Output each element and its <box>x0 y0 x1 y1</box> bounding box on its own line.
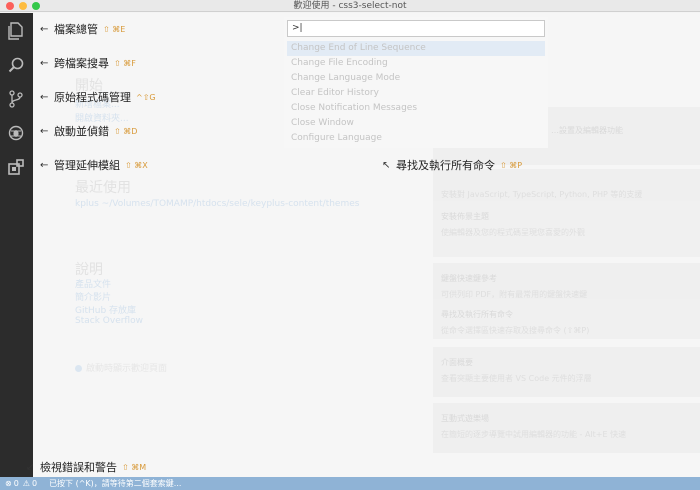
error-icon: ⊗ <box>5 479 12 488</box>
tile-playground[interactable]: 互動式遊樂場 在簡短的逐步導覽中試用編輯器的功能 - Alt+E 快速 <box>433 403 700 453</box>
search-icon[interactable] <box>6 55 26 75</box>
palette-item[interactable]: Close Notification Messages <box>287 101 545 116</box>
help-link-docs[interactable]: 產品文件 <box>75 277 111 290</box>
hint-extensions: ← 管理延伸模組 ⇧ ⌘X <box>40 158 148 172</box>
activity-bar <box>0 13 33 477</box>
tile-title: 鍵盤快速鍵參考 <box>441 274 497 283</box>
tile-title: 安裝佈景主題 <box>441 212 489 221</box>
startup-label: 啟動時顯示歡迎頁面 <box>86 364 168 374</box>
hint-label: 跨檔案搜尋 <box>54 57 109 70</box>
tile-sub: 從命令選擇區快速存取及搜尋命令 (⇧⌘P) <box>441 326 590 335</box>
checkbox-icon <box>75 365 82 372</box>
arrow-left-icon: ← <box>40 57 49 69</box>
help-link-videos[interactable]: 簡介影片 <box>75 290 111 303</box>
palette-item[interactable]: Change End of Line Sequence <box>287 41 545 56</box>
title-bar: 歡迎使用 - css3-select-not <box>0 0 700 12</box>
hint-label: 原始程式碼管理 <box>54 91 131 104</box>
arrow-left-icon: ← <box>40 125 49 137</box>
error-count: 0 <box>13 479 19 488</box>
arrow-down-left-icon: ↙ <box>26 461 35 473</box>
hint-problems: ↙ 檢視錯誤和警告 ⇧ ⌘M <box>26 460 146 474</box>
hint-keys: ⇧ ⌘P <box>500 160 523 170</box>
command-palette: >| Change End of Line Sequence Change Fi… <box>284 17 548 148</box>
startup-checkbox[interactable]: 啟動時顯示歡迎頁面 <box>75 361 167 374</box>
arrow-left-icon: ← <box>40 159 49 171</box>
hint-debug: ← 啟動並偵錯 ⇧ ⌘D <box>40 124 137 138</box>
hint-commands: ↖ 尋找及執行所有命令 ⇧ ⌘P <box>382 158 522 172</box>
files-icon[interactable] <box>6 21 26 41</box>
hint-label: 管理延伸模組 <box>54 159 120 172</box>
hint-keys: ⇧ ⌘D <box>114 126 138 136</box>
warning-count: 0 <box>31 479 38 488</box>
tile-themes[interactable]: 安裝佈景主題 使編輯器及您的程式碼呈現您喜愛的外觀 <box>433 201 700 257</box>
help-heading: 說明 <box>75 262 103 278</box>
palette-item[interactable]: Change Language Mode <box>287 71 545 86</box>
hint-label: 檢視錯誤和警告 <box>40 461 117 474</box>
tile-sub: 在簡短的逐步導覽中試用編輯器的功能 - Alt+E 快速 <box>441 430 627 439</box>
tile-sub: 查看突顯主要使用者 VS Code 元件的浮層 <box>441 374 592 383</box>
hint-explorer: ← 檔案總管 ⇧ ⌘E <box>40 22 125 36</box>
window-title: 歡迎使用 - css3-select-not <box>293 1 407 11</box>
tile-right-text: …設置及編輯器功能 <box>551 126 623 135</box>
tile-title: 尋找及執行所有命令 <box>441 310 513 319</box>
hint-keys: ⇧ ⌘E <box>103 24 126 34</box>
palette-item[interactable]: Change File Encoding <box>287 56 545 71</box>
hint-keys: ^⇧G <box>136 92 156 102</box>
hint-keys: ⇧ ⌘M <box>122 462 147 472</box>
hint-label: 尋找及執行所有命令 <box>396 159 495 172</box>
tile-title: 介面概要 <box>441 358 473 367</box>
status-message: 已按下 (^K)，請等待第二個套索鍵... <box>49 479 182 488</box>
warning-icon: ⚠ <box>22 479 30 488</box>
arrow-left-icon: ← <box>40 23 49 35</box>
hint-keys: ⇧ ⌘X <box>125 160 148 170</box>
hint-label: 檔案總管 <box>54 23 98 36</box>
palette-item[interactable]: Clear Editor History <box>287 86 545 101</box>
help-link-stackoverflow[interactable]: Stack Overflow <box>75 316 143 326</box>
hint-scm: ← 原始程式碼管理 ^⇧G <box>40 90 156 104</box>
tile-sub: 使編輯器及您的程式碼呈現您喜愛的外觀 <box>441 228 585 237</box>
hint-search: ← 跨檔案搜尋 ⇧ ⌘F <box>40 56 136 70</box>
help-link-github[interactable]: GitHub 存放庫 <box>75 303 136 316</box>
hint-keys: ⇧ ⌘F <box>114 58 136 68</box>
status-bar: ⊗ 0 ⚠ 0 已按下 (^K)，請等待第二個套索鍵... <box>0 477 700 490</box>
command-input[interactable]: >| <box>287 20 545 37</box>
recent-heading: 最近使用 <box>75 180 131 196</box>
arrow-left-icon: ← <box>40 91 49 103</box>
tile-interface[interactable]: 介面概要 查看突顯主要使用者 VS Code 元件的浮層 <box>433 347 700 397</box>
palette-item[interactable]: Configure Language <box>287 131 545 146</box>
source-control-icon[interactable] <box>6 89 26 109</box>
recent-item[interactable]: kplus ~/Volumes/TOMAMP/htdocs/sele/keypl… <box>75 199 359 209</box>
problems-indicator[interactable]: ⊗ 0 ⚠ 0 <box>5 479 37 488</box>
arrow-up-left-icon: ↖ <box>382 159 391 171</box>
hint-label: 啟動並偵錯 <box>54 125 109 138</box>
tile-title: 互動式遊樂場 <box>441 414 489 423</box>
tile-commands[interactable]: 尋找及執行所有命令 從命令選擇區快速存取及搜尋命令 (⇧⌘P) <box>433 299 700 339</box>
tile-sub: 安裝對 JavaScript, TypeScript, Python, PHP … <box>441 190 643 199</box>
palette-item[interactable]: Close Window <box>287 116 545 131</box>
debug-icon[interactable] <box>6 123 26 143</box>
extensions-icon[interactable] <box>6 157 26 177</box>
